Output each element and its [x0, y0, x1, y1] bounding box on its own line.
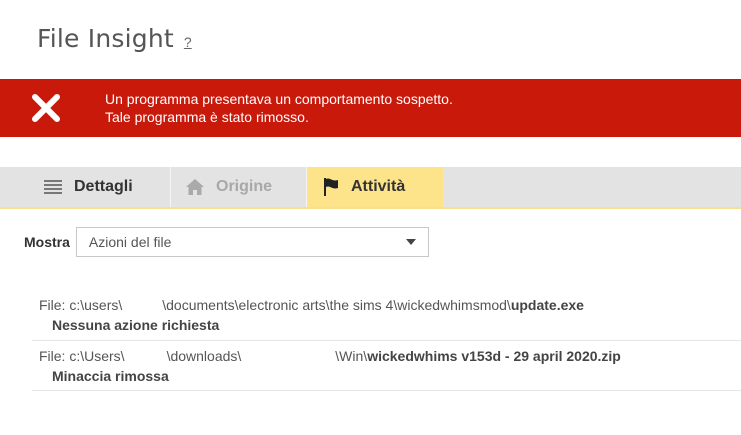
- alert-line-2: Tale programma è stato rimosso.: [105, 109, 309, 125]
- tab-attivita[interactable]: Attività: [307, 167, 443, 207]
- page-title: File Insight: [37, 24, 174, 53]
- status-text: Minaccia rimossa: [52, 368, 169, 384]
- file-path: File: c:\users\ \documents\electronic art…: [39, 297, 584, 313]
- tab-origine-label: Origine: [216, 178, 273, 195]
- tab-dettagli[interactable]: Dettagli: [44, 167, 133, 207]
- help-link[interactable]: ?: [184, 34, 192, 50]
- show-filter-value: Azioni del file: [88, 234, 172, 250]
- divider: [32, 390, 741, 391]
- alert-line-1: Un programma presentava un comportamento…: [105, 91, 453, 107]
- tab-separator: [170, 167, 171, 207]
- close-x-icon: [26, 88, 66, 128]
- divider: [32, 340, 741, 341]
- tab-origine[interactable]: Origine: [186, 167, 272, 207]
- flag-icon: [323, 178, 339, 196]
- tab-bar: Dettagli Origine Attività: [0, 167, 741, 209]
- filter-row: Mostra Azioni del file: [24, 227, 429, 257]
- tab-dettagli-label: Dettagli: [74, 178, 133, 195]
- filter-label: Mostra: [24, 234, 70, 250]
- chevron-down-icon: [405, 239, 416, 245]
- home-icon: [186, 179, 204, 195]
- threat-alert-banner: Un programma presentava un comportamento…: [0, 79, 741, 137]
- show-filter-select[interactable]: Azioni del file: [75, 227, 429, 257]
- file-name: update.exe: [510, 297, 584, 313]
- alert-message: Un programma presentava un comportamento…: [105, 90, 453, 126]
- title-row: File Insight ?: [37, 24, 192, 53]
- list-icon: [44, 180, 62, 194]
- tab-attivita-label: Attività: [351, 178, 406, 195]
- file-path: File: c:\Users\ \downloads\ \Win\wickedwhi…: [39, 348, 621, 364]
- status-text: Nessuna azione richiesta: [52, 317, 220, 333]
- file-name: wickedwhims v153d - 29 april 2020.zip: [367, 348, 621, 364]
